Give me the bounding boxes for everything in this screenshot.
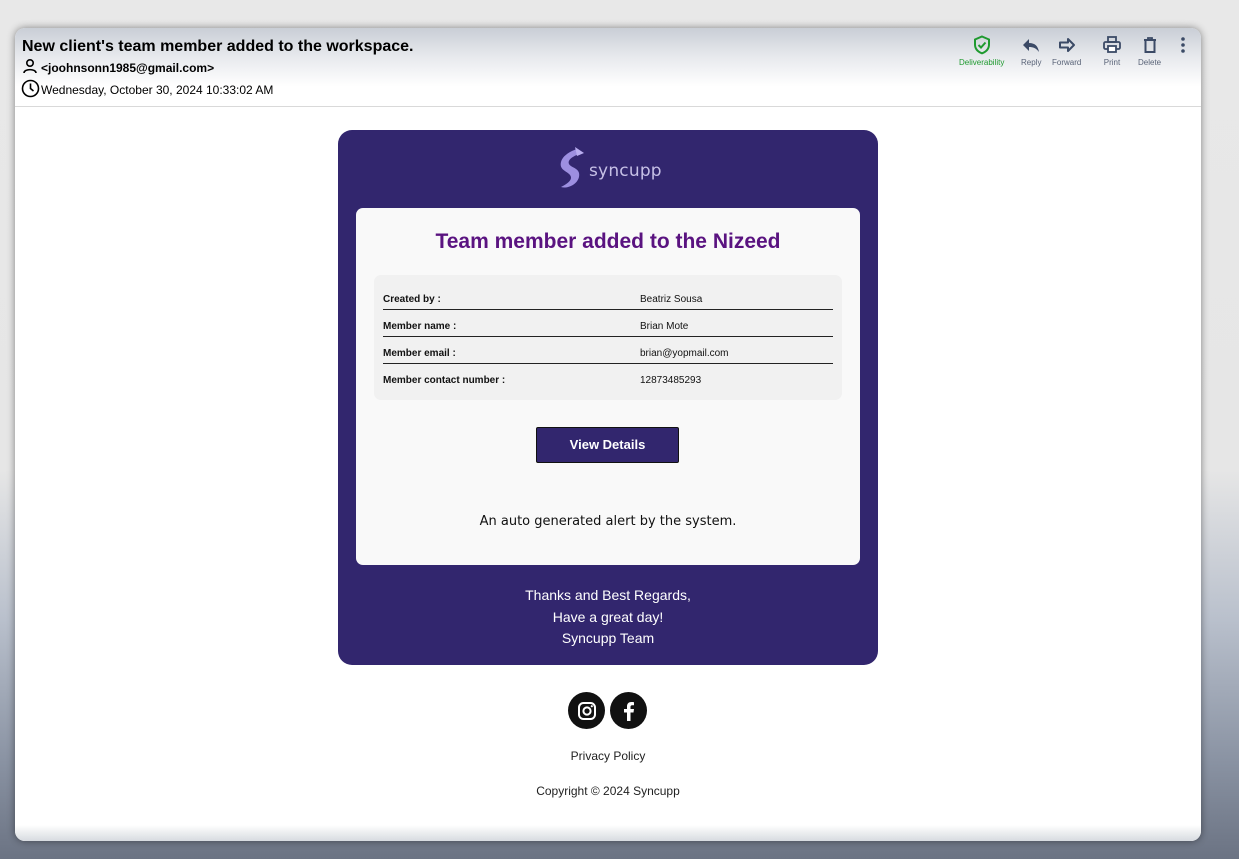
shield-check-icon <box>972 35 992 57</box>
signoff-line: Syncupp Team <box>561 630 655 646</box>
reply-icon <box>1021 35 1041 57</box>
forward-button[interactable]: Forward <box>1052 35 1081 67</box>
date-row: Wednesday, October 30, 2024 10:33:02 AM <box>21 79 273 101</box>
details-table: Created by : Beatriz Sousa Member name :… <box>374 275 842 400</box>
email-window: New client's team member added to the wo… <box>15 28 1201 841</box>
detail-label: Member email : <box>383 348 456 359</box>
clock-icon <box>21 79 40 101</box>
detail-row-member-email: Member email : brian@yopmail.com <box>383 337 833 364</box>
trash-icon <box>1140 35 1160 57</box>
forward-icon <box>1057 35 1077 57</box>
detail-label: Member name : <box>383 321 457 332</box>
logo-mark-icon <box>557 147 585 194</box>
instagram-icon[interactable] <box>568 692 605 729</box>
signoff-line: Have a great day! <box>552 608 664 625</box>
printer-icon <box>1102 35 1122 57</box>
email-date: Wednesday, October 30, 2024 10:33:02 AM <box>41 83 274 97</box>
logo-text: syncupp <box>589 160 662 181</box>
window-bottom-bar <box>15 825 1201 841</box>
notification-title: Team member added to the Nizeed <box>435 230 781 253</box>
detail-row-member-name: Member name : Brian Mote <box>383 310 833 337</box>
detail-row-member-contact: Member contact number : 12873485293 <box>383 364 833 391</box>
detail-value: 12873485293 <box>640 375 702 386</box>
more-vertical-icon <box>1177 35 1189 57</box>
deliverability-label: Deliverability <box>959 58 1005 67</box>
detail-value: Brian Mote <box>640 321 689 332</box>
detail-value: brian@yopmail.com <box>640 348 729 359</box>
toolbar: Deliverability Reply Forward Print Delet… <box>15 35 1201 75</box>
detail-value: Beatriz Sousa <box>640 294 703 305</box>
privacy-policy-link[interactable]: Privacy Policy <box>15 749 1201 763</box>
syncupp-logo: syncupp <box>557 147 662 194</box>
signoff-line: Thanks and Best Regards, <box>525 587 691 603</box>
email-header: New client's team member added to the wo… <box>15 28 1201 107</box>
signoff: Thanks and Best Regards, Have a great da… <box>338 585 878 650</box>
delete-button[interactable]: Delete <box>1138 35 1161 67</box>
print-button[interactable]: Print <box>1102 35 1122 67</box>
social-links <box>568 692 647 729</box>
copyright-text: Copyright © 2024 Syncupp <box>536 784 680 798</box>
facebook-icon[interactable] <box>610 692 647 729</box>
view-details-button[interactable]: View Details <box>536 427 679 463</box>
forward-label: Forward <box>1052 58 1082 67</box>
content-panel: Team member added to the Nizeed Created … <box>356 208 860 565</box>
more-options-button[interactable] <box>1177 35 1189 57</box>
email-card: syncupp Team member added to the Nizeed … <box>338 130 878 665</box>
detail-label: Member contact number : <box>383 375 506 386</box>
detail-row-created-by: Created by : Beatriz Sousa <box>383 283 833 310</box>
print-label: Print <box>1103 58 1121 67</box>
deliverability-button[interactable]: Deliverability <box>959 35 1004 67</box>
reply-button[interactable]: Reply <box>1021 35 1041 67</box>
auto-generated-note: An auto generated alert by the system. <box>479 514 737 529</box>
reply-label: Reply <box>1021 58 1042 67</box>
delete-label: Delete <box>1138 58 1162 67</box>
detail-label: Created by : <box>383 294 441 305</box>
